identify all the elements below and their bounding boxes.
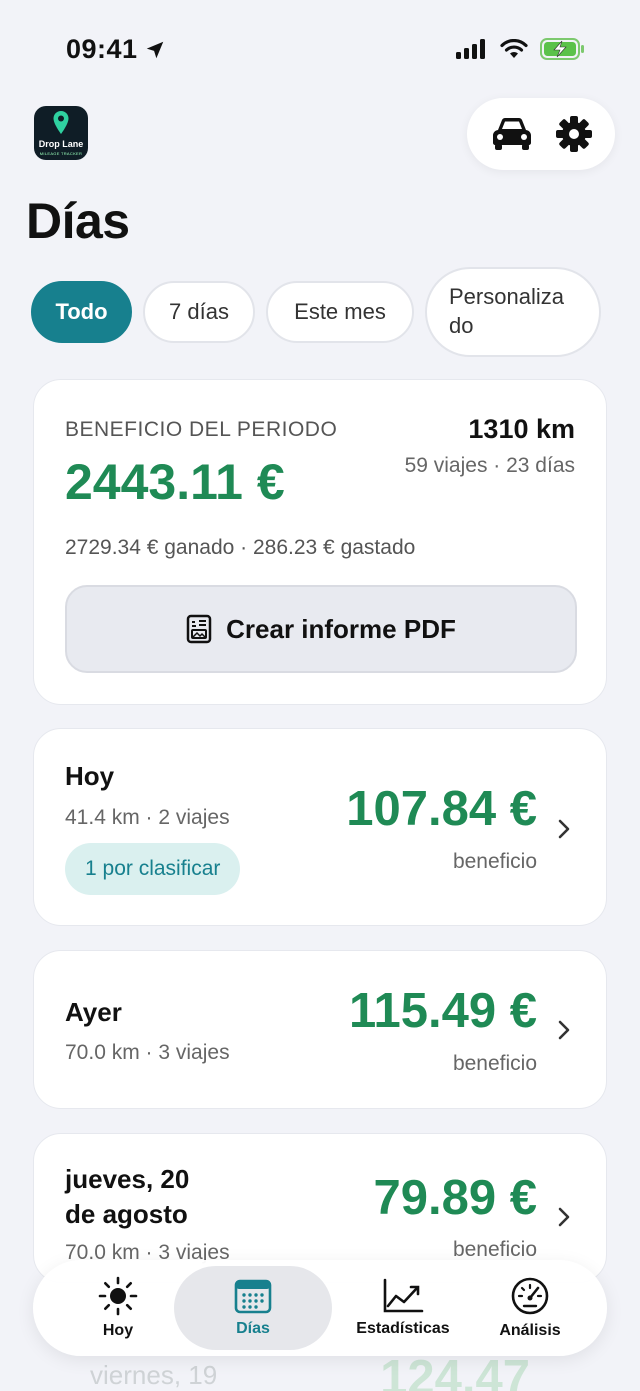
- day-meta: 70.0 km · 3 viajes: [65, 1041, 230, 1064]
- tab-bar: Hoy Días Estadísticas Análisis: [33, 1260, 607, 1356]
- filter-chip-todo[interactable]: Todo: [31, 281, 132, 343]
- battery-charging-icon: [540, 38, 584, 60]
- next-day-name-faded: viernes, 19: [90, 1360, 218, 1390]
- tab-estadisticas[interactable]: Estadísticas: [333, 1260, 473, 1356]
- tab-dias-label: Días: [236, 1320, 270, 1337]
- tab-dias[interactable]: Días: [174, 1260, 332, 1356]
- day-name: Ayer: [65, 997, 122, 1027]
- top-actions: [467, 98, 615, 170]
- tab-hoy[interactable]: Hoy: [63, 1260, 173, 1356]
- app-logo-text: Drop Lane: [38, 139, 84, 149]
- next-day-amount-faded: 124.47: [380, 1351, 530, 1391]
- day-profit-amount: 79.89 €: [373, 1171, 538, 1225]
- tab-hoy-label: Hoy: [102, 1322, 134, 1339]
- day-name-line2: de agosto: [65, 1199, 188, 1230]
- location-arrow-icon: [146, 41, 163, 58]
- day-profit-amount: 115.49 €: [348, 984, 537, 1038]
- day-profit-label: beneficio: [452, 850, 537, 873]
- document-icon: [186, 614, 212, 644]
- app-logo: Drop Lane MILEAGE TRACKER: [34, 106, 88, 160]
- period-earned-spent: 2729.34 € ganado · 286.23 € gastado: [65, 536, 416, 559]
- day-name-line1: jueves, 20: [65, 1164, 190, 1194]
- filter-chip-7-dias[interactable]: 7 días: [143, 281, 255, 343]
- period-summary-card: BENEFICIO DEL PERIODO 2443.11 € 1310 km …: [33, 379, 607, 705]
- day-profit-amount: 107.84 €: [346, 782, 537, 836]
- period-trips-days: 59 viajes · 23 días: [404, 454, 575, 477]
- period-km: 1310 km: [468, 414, 575, 444]
- day-profit-label: beneficio: [452, 1052, 537, 1075]
- unclassified-badge[interactable]: 1 por clasificar: [65, 843, 241, 895]
- chevron-right-icon: [558, 1020, 570, 1040]
- status-time: 09:41: [66, 34, 166, 65]
- page-title: Días: [26, 193, 130, 249]
- period-profit-label: BENEFICIO DEL PERIODO: [65, 418, 338, 441]
- day-card-ayer[interactable]: Ayer 70.0 km · 3 viajes 115.49 € benefic…: [33, 950, 607, 1109]
- day-name: Hoy: [65, 761, 115, 791]
- gauge-icon: [511, 1277, 549, 1315]
- filter-chip-personalizado[interactable]: Personaliza do: [425, 267, 601, 357]
- car-icon[interactable]: [490, 116, 534, 152]
- signal-icon: [456, 39, 485, 59]
- wifi-icon: [500, 39, 528, 58]
- tab-analisis-label: Análisis: [499, 1322, 561, 1339]
- chevron-right-icon: [558, 819, 570, 839]
- day-profit-label: beneficio: [452, 1238, 537, 1261]
- day-name: jueves, 20 de agosto: [65, 1162, 189, 1232]
- chevron-right-icon: [558, 1207, 570, 1227]
- create-pdf-report-button[interactable]: Crear informe PDF: [65, 585, 577, 673]
- calendar-icon: [234, 1279, 272, 1314]
- chart-icon: [383, 1278, 424, 1313]
- status-indicators: [456, 38, 586, 60]
- map-pin-icon: [53, 111, 69, 134]
- status-time-text: 09:41: [66, 34, 138, 64]
- tab-estadisticas-label: Estadísticas: [356, 1320, 450, 1337]
- period-profit-value: 2443.11 €: [65, 454, 285, 510]
- app-logo-subtext: MILEAGE TRACKER: [39, 151, 83, 156]
- gear-icon[interactable]: [555, 115, 593, 153]
- tab-analisis[interactable]: Análisis: [473, 1260, 587, 1356]
- create-pdf-report-label: Crear informe PDF: [226, 613, 456, 644]
- day-card-hoy[interactable]: Hoy 41.4 km · 2 viajes 1 por clasificar …: [33, 728, 607, 926]
- day-meta: 41.4 km · 2 viajes: [65, 806, 230, 829]
- sun-icon: [98, 1276, 138, 1316]
- filter-chip-este-mes[interactable]: Este mes: [266, 281, 414, 343]
